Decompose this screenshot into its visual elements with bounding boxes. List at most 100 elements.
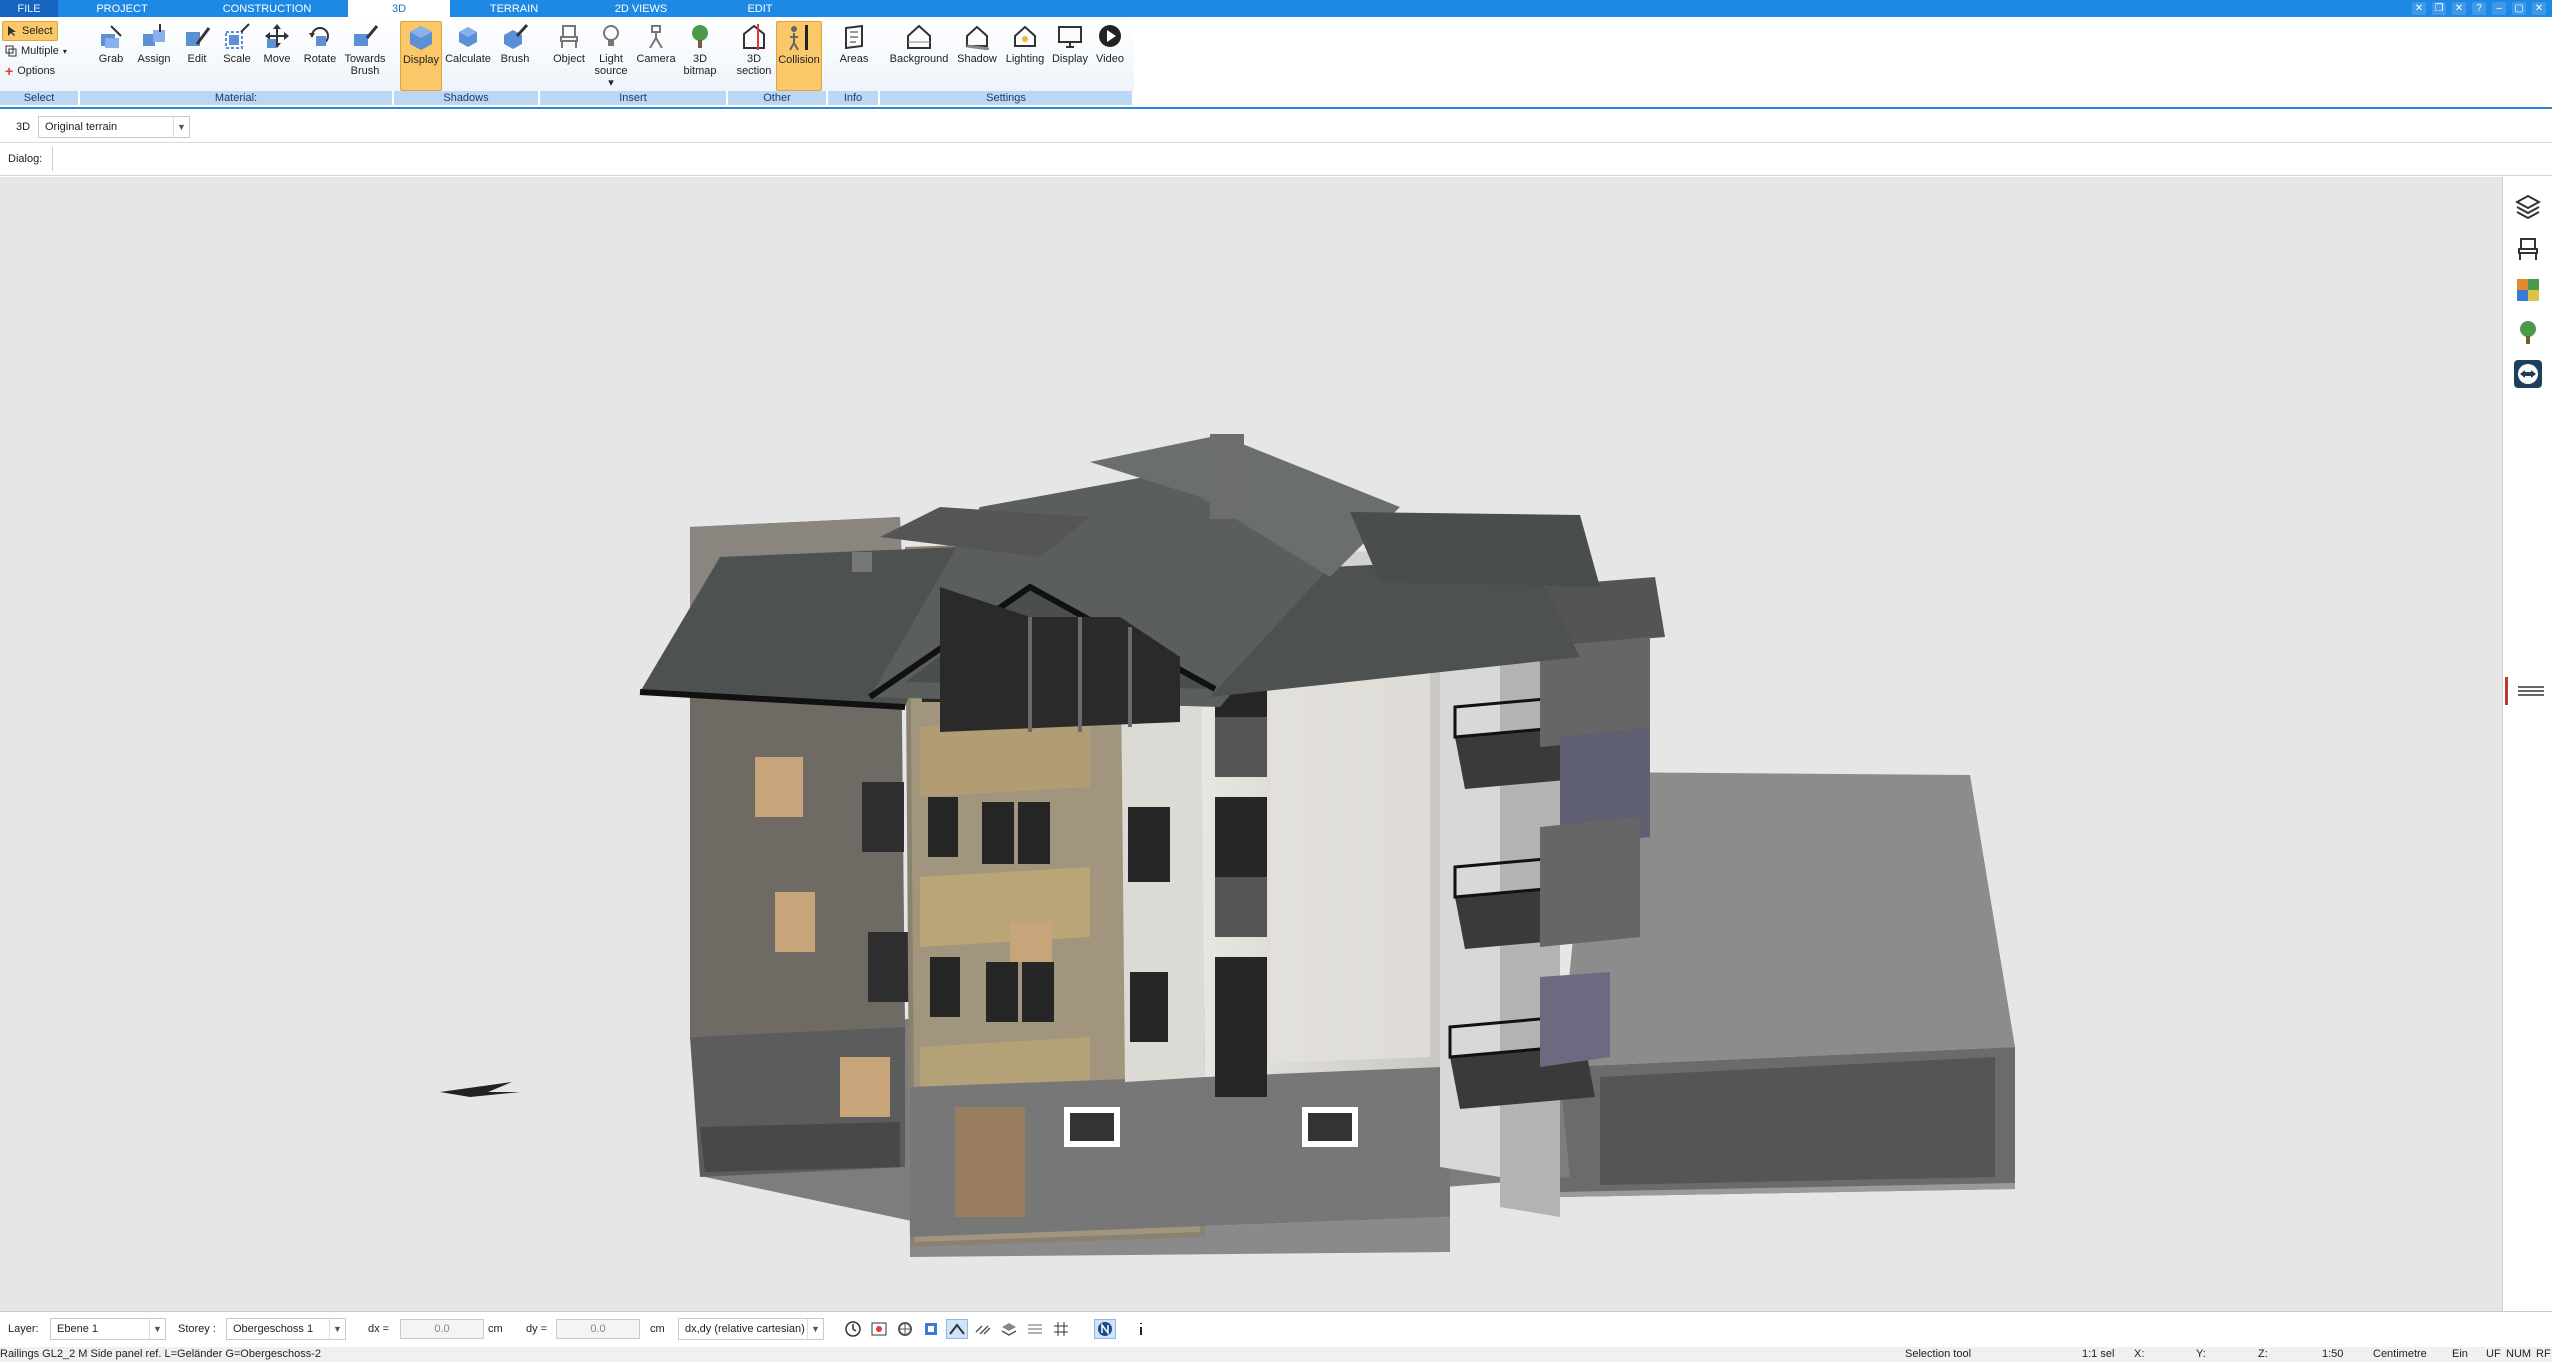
terrain-select[interactable]: Original terrain ▼ [38,116,190,138]
furniture-icon[interactable] [2513,233,2543,263]
shadow-settings-button[interactable]: Shadow [954,21,1000,65]
dx-unit: cm [488,1323,503,1335]
status-uf: UF [2486,1348,2501,1360]
group-select: Select [0,91,80,105]
tab-construction[interactable]: CONSTRUCTION [186,0,348,17]
ribbon: Select Multiple ▾ + Options Grab Assign E… [0,17,2552,109]
layer-select[interactable]: Ebene 1 ▼ [50,1318,166,1340]
minimize-icon[interactable]: – [2492,2,2506,15]
info-icon[interactable] [1130,1319,1152,1339]
house-shadow-icon [966,25,990,50]
options-button[interactable]: + Options [2,61,78,81]
status-bar: Railings GL2_2 M Side panel ref. L=Gelän… [0,1347,2552,1362]
close-icon[interactable]: ✕ [2532,2,2546,15]
status-tool: Selection tool [1905,1348,1972,1360]
background-button[interactable]: Background [886,21,952,65]
3d-section-button[interactable]: 3D section [734,21,774,77]
group-material: Material: [80,91,394,105]
teamviewer-icon[interactable] [2513,359,2543,389]
dx-input[interactable]: 0.0 [400,1319,484,1339]
chevron-down-icon: ▼ [329,1319,345,1339]
group-info: Info [828,91,880,105]
scale-icon [225,23,250,49]
multiple-button[interactable]: Multiple ▾ [2,41,78,61]
help-icon[interactable]: ? [2472,2,2486,15]
select-button[interactable]: Select [2,21,58,41]
camera-icon [649,25,663,49]
collision-button[interactable]: Collision [776,21,822,91]
status-message: Railings GL2_2 M Side panel ref. L=Gelän… [0,1348,322,1360]
input-bar: Layer: Ebene 1 ▼ Storey : Obergeschoss 1 ▼… [0,1311,2552,1347]
shadow-brush-icon [504,23,529,49]
cube-icon [410,26,432,50]
chevron-down-icon: ▼ [149,1319,165,1339]
lines-icon[interactable] [1024,1319,1046,1339]
hatch-icon[interactable] [972,1319,994,1339]
areas-button[interactable]: Areas [834,21,874,65]
plants-icon[interactable] [2513,317,2543,347]
video-button[interactable]: Video [1092,21,1128,65]
maximize-icon[interactable]: ▢ [2512,2,2526,15]
snap-icon[interactable] [894,1319,916,1339]
chevron-down-icon: ▼ [807,1319,823,1339]
tab-3d[interactable]: 3D [348,0,450,17]
light-source-button[interactable]: Light source ▾ [592,21,630,89]
shadow-brush-button[interactable]: Brush [496,21,534,65]
brush-icon [354,25,379,46]
dy-label: dy = [526,1323,548,1335]
tab-2d-views[interactable]: 2D VIEWS [578,0,704,17]
lighting-button[interactable]: Lighting [1002,21,1048,65]
materials-icon[interactable] [2513,275,2543,305]
display-settings-button[interactable]: Display [1050,21,1090,65]
tab-terrain[interactable]: TERRAIN [450,0,578,17]
move-icon [265,24,289,48]
tab-project[interactable]: PROJECT [58,0,186,17]
shadow-display-button[interactable]: Display [400,21,442,91]
camera-button[interactable]: Camera [634,21,678,65]
assign-button[interactable]: Assign [136,21,172,65]
coordinate-mode-select[interactable]: dx,dy (relative cartesian) ▼ [678,1318,824,1340]
group-settings: Settings [880,91,1134,105]
layer-label: Layer: [8,1323,39,1335]
3d-bitmap-button[interactable]: 3D bitmap [680,21,720,77]
clock-icon[interactable] [842,1319,864,1339]
grab-button[interactable]: Grab [96,21,126,65]
ribbon-group-labels: Select Material: Shadows Insert Other In… [0,91,1134,105]
areas-icon [845,24,863,50]
dialog-bar: Dialog: [0,143,2552,176]
status-y: Y: [2196,1348,2206,1360]
tab-edit[interactable]: EDIT [704,0,816,17]
house-lighting-icon [1014,25,1036,47]
building-3d-render [440,434,2015,1257]
rotate-icon [309,27,329,46]
status-x: X: [2134,1348,2145,1360]
scale-button[interactable]: Scale [222,21,252,65]
stack-icon[interactable] [998,1319,1020,1339]
panel-toggle-icon[interactable] [2505,677,2552,705]
dy-input[interactable]: 0.0 [556,1319,640,1339]
layers-icon[interactable] [2513,191,2543,221]
towards-brush-button[interactable]: Towards Brush [342,21,388,77]
target-icon[interactable] [868,1319,890,1339]
view-toolbar: 3D Original terrain ▼ [0,111,2552,143]
rotate-button[interactable]: Rotate [302,21,338,65]
close-doc-icon[interactable]: ✕ [2452,2,2466,15]
3d-viewport[interactable] [0,177,2502,1311]
monitor-icon [1058,26,1082,48]
tools-icon[interactable]: ✕ [2412,2,2426,15]
grid-icon[interactable] [1050,1319,1072,1339]
north-icon[interactable] [1094,1319,1116,1339]
layer-snap-icon[interactable] [920,1319,942,1339]
status-unit: Centimetre [2373,1348,2427,1360]
tab-file[interactable]: FILE [0,0,58,17]
object-button[interactable]: Object [550,21,588,65]
chevron-down-icon: ▼ [173,117,189,137]
edit-material-button[interactable]: Edit [182,21,212,65]
angle-icon[interactable] [946,1319,968,1339]
shadow-calculate-button[interactable]: Calculate [444,21,492,65]
north-arrow-icon [440,1082,520,1097]
restore-doc-icon[interactable]: ❐ [2432,2,2446,15]
section-icon [743,24,765,50]
storey-select[interactable]: Obergeschoss 1 ▼ [226,1318,346,1340]
move-button[interactable]: Move [262,21,292,65]
